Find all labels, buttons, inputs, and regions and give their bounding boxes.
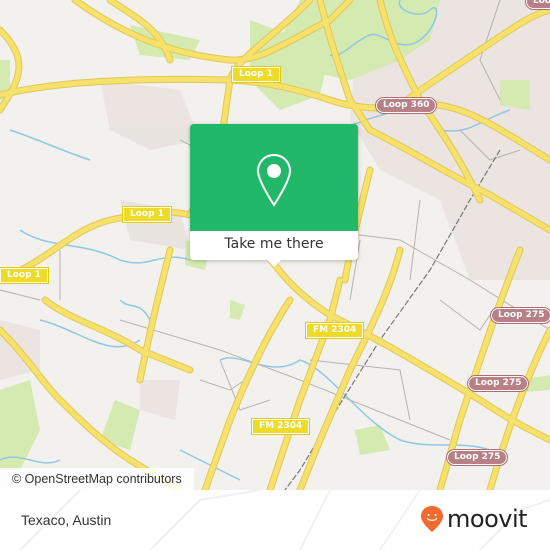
- route-shield-loop-275: Loop 275: [466, 375, 530, 392]
- moovit-logo[interactable]: moovit: [420, 504, 528, 534]
- brand-wordmark: moovit: [447, 505, 528, 533]
- route-shield-fm-2304: FM 2304: [304, 322, 365, 339]
- footer: Texaco, Austin moovit: [0, 490, 550, 550]
- route-shield-loop-1: Loop 1: [231, 66, 281, 83]
- route-shield-loop-275: Loop 275: [489, 307, 550, 324]
- moovit-pin-icon: [421, 506, 443, 532]
- popup-pointer: [267, 260, 281, 267]
- route-shield-partial: Loo: [524, 0, 550, 10]
- route-shield-loop-1: Loop 1: [0, 267, 49, 284]
- route-shield-loop-1: Loop 1: [122, 206, 172, 223]
- destination-popup[interactable]: Take me there: [190, 124, 358, 267]
- map-attribution[interactable]: © OpenStreetMap contributors: [0, 468, 194, 490]
- route-shield-loop-360: Loop 360: [374, 97, 438, 114]
- map[interactable]: Loop 1 Loop 360 Loop 1 Loop 1 FM 2304 FM…: [0, 0, 550, 490]
- popup-header: [190, 124, 358, 231]
- take-me-there-button[interactable]: Take me there: [190, 231, 358, 260]
- route-shield-loop-275: Loop 275: [445, 449, 509, 466]
- location-pin-icon: [256, 153, 292, 207]
- route-shield-fm-2304: FM 2304: [250, 418, 311, 435]
- place-name: Texaco, Austin: [21, 512, 112, 528]
